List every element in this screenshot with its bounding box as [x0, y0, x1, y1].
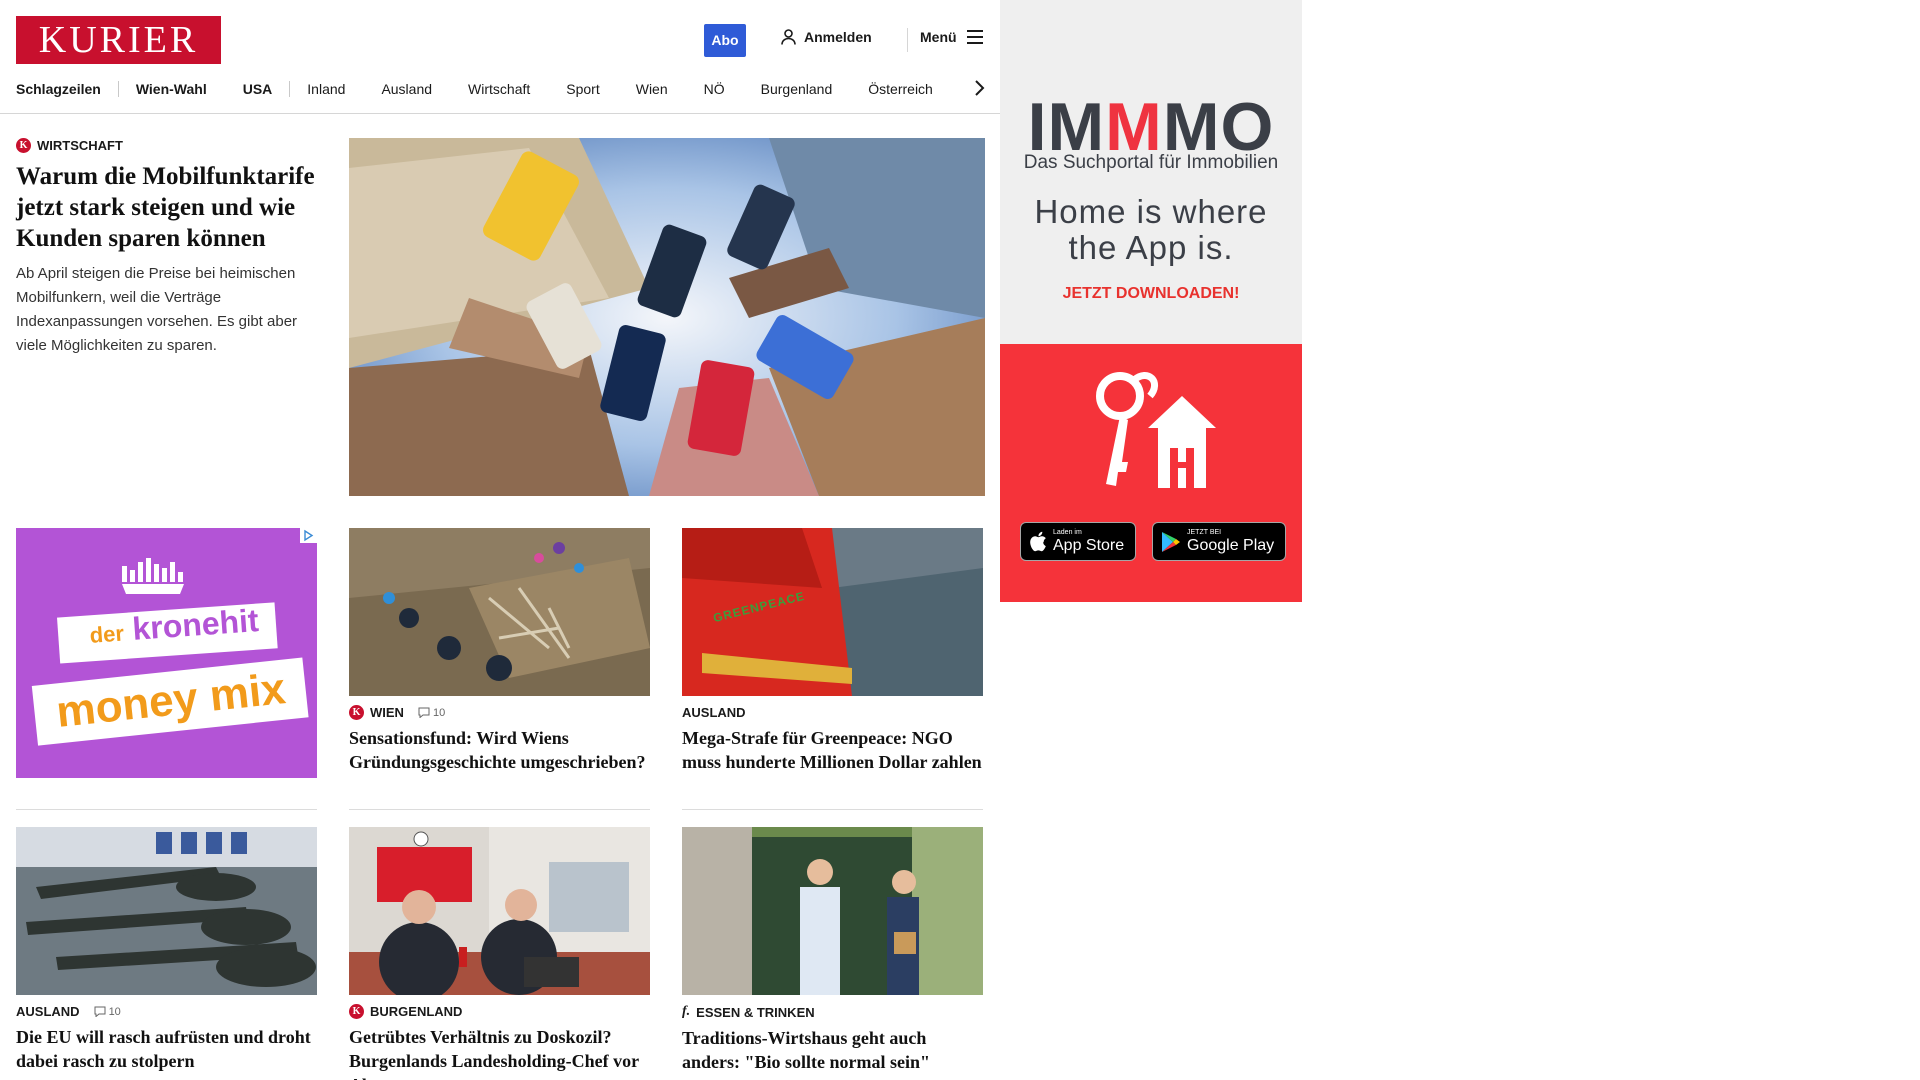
card-category: ESSEN & TRINKEN [696, 1004, 815, 1020]
wirtshaus-photo [682, 827, 983, 995]
nav-divider [289, 81, 291, 97]
immmo-ad-bottom: Laden im App Store JETZT BEI Google Play [1000, 344, 1302, 602]
nav-item-ausland[interactable]: Ausland [381, 81, 432, 97]
nav-item-noe[interactable]: NÖ [704, 81, 725, 97]
immmo-subtitle: Das Suchportal für Immobilien [1023, 152, 1279, 173]
card-category: AUSLAND [682, 705, 746, 720]
immmo-ad[interactable]: IMMMO Das Suchportal für Immobilien Home… [1000, 0, 1302, 602]
card-divider [16, 809, 317, 810]
excavation-photo [349, 528, 650, 696]
comment-icon [94, 1006, 106, 1017]
kronehit-name: kronehit [131, 602, 260, 647]
card-category: AUSLAND [16, 1004, 80, 1019]
nav-item-usa[interactable]: USA [243, 81, 273, 97]
freizeit-badge: f. [682, 1004, 691, 1019]
comment-count-value: 10 [432, 706, 446, 719]
adchoices-icon[interactable] [300, 528, 317, 543]
app-store-big: App Store [1053, 536, 1125, 554]
card-divider [682, 809, 983, 810]
article-card-burgenland[interactable]: K BURGENLAND Getrübtes Verhältnis zu Dos… [349, 827, 650, 1080]
nav-divider [117, 81, 119, 97]
press-conference-photo [349, 827, 650, 995]
lead-article[interactable]: K WIRTSCHAFT Warum die Mobilfunktarife j… [16, 138, 326, 358]
login-button[interactable]: Anmelden [781, 29, 872, 45]
card-headline[interactable]: Mega-Strafe für Greenpeace: NGO muss hun… [682, 726, 983, 774]
immmo-ad-top: IMMMO Das Suchportal für Immobilien Home… [1000, 0, 1302, 344]
house-key-icon [1096, 372, 1216, 488]
abo-button[interactable]: Abo [704, 24, 746, 57]
lead-image[interactable] [349, 138, 985, 496]
kronehit-der: der [88, 620, 125, 648]
lead-headline[interactable]: Warum die Mobilfunktarife jetzt stark st… [16, 161, 326, 254]
card-category: WIEN [370, 705, 404, 720]
nav-item-inland[interactable]: Inland [307, 81, 345, 97]
nav-item-wien-wahl[interactable]: Wien-Wahl [136, 81, 207, 97]
login-label: Anmelden [804, 29, 872, 45]
card-divider [349, 809, 650, 810]
phones-photo [349, 138, 985, 496]
article-card-eu-defense[interactable]: AUSLAND 10 Die EU will rasch aufrüsten u… [16, 827, 317, 1073]
lead-category: WIRTSCHAFT [37, 138, 123, 153]
hamburger-icon [966, 30, 983, 44]
nav-item-sport[interactable]: Sport [566, 81, 599, 97]
article-card-greenpeace[interactable]: GREENPEACE AUSLAND Mega-Strafe für Green… [682, 528, 983, 774]
app-store-button[interactable]: Laden im App Store [1020, 522, 1136, 561]
apple-icon [1030, 531, 1046, 552]
kurier-plus-badge: K [349, 1004, 364, 1019]
google-play-small: JETZT BEI [1187, 528, 1222, 536]
google-play-button[interactable]: JETZT BEI Google Play [1152, 522, 1286, 561]
comment-count[interactable]: 10 [418, 707, 445, 719]
nav-item-wien[interactable]: Wien [636, 81, 668, 97]
menu-label: Menü [920, 29, 957, 45]
user-icon [781, 29, 796, 45]
lead-teaser: Ab April steigen die Preise bei heimisch… [16, 265, 298, 354]
kurier-plus-badge: K [16, 138, 31, 153]
card-kicker: f. ESSEN & TRINKEN [682, 1004, 983, 1020]
app-store-text: Laden im App Store [1053, 529, 1124, 555]
immmo-download-cta[interactable]: JETZT DOWNLOADEN! [1000, 285, 1302, 303]
menu-button[interactable]: Menü [920, 29, 983, 45]
card-kicker: K WIEN 10 [349, 705, 650, 720]
site-header: KURIER Abo Anmelden Menü Schlagzeilen Wi… [0, 0, 1000, 114]
google-play-big: Google Play [1187, 536, 1275, 554]
kurier-logo[interactable]: KURIER [16, 16, 221, 64]
article-card-wien[interactable]: K WIEN 10 Sensationsfund: Wird Wiens Grü… [349, 528, 650, 774]
section-nav: Schlagzeilen Wien-Wahl USA Inland Auslan… [16, 78, 933, 100]
card-headline[interactable]: Die EU will rasch aufrüsten und droht da… [16, 1025, 317, 1073]
kronehit-ad[interactable]: der kronehit money mix [16, 528, 317, 778]
nav-item-oesterreich[interactable]: Österreich [868, 81, 933, 97]
card-headline[interactable]: Getrübtes Verhältnis zu Doskozil? Burgen… [349, 1025, 650, 1080]
comment-icon [418, 707, 430, 718]
card-kicker: K BURGENLAND [349, 1004, 650, 1019]
card-category: BURGENLAND [370, 1004, 463, 1019]
chevron-right-icon[interactable] [972, 78, 986, 98]
lead-kicker: K WIRTSCHAFT [16, 138, 326, 153]
comment-count-value: 10 [108, 1005, 121, 1018]
kurier-plus-badge: K [349, 705, 364, 720]
tanks-photo [16, 827, 317, 995]
nav-item-schlagzeilen[interactable]: Schlagzeilen [16, 81, 101, 97]
header-divider [907, 28, 908, 52]
google-play-text: JETZT BEI Google Play [1187, 529, 1274, 555]
article-card-wirtshaus[interactable]: f. ESSEN & TRINKEN Traditions-Wirtshaus … [682, 827, 983, 1074]
google-play-icon [1162, 531, 1180, 552]
card-headline[interactable]: Sensationsfund: Wird Wiens Gründungsgesc… [349, 726, 650, 774]
card-headline[interactable]: Traditions-Wirtshaus geht auch anders: "… [682, 1026, 983, 1074]
card-kicker: AUSLAND [682, 705, 983, 720]
nav-item-wirtschaft[interactable]: Wirtschaft [468, 81, 530, 97]
card-kicker: AUSLAND 10 [16, 1004, 317, 1019]
comment-count[interactable]: 10 [94, 1006, 121, 1018]
immmo-slogan: Home is where the App is. [1034, 193, 1268, 266]
nav-item-burgenland[interactable]: Burgenland [761, 81, 833, 97]
app-store-small: Laden im [1053, 528, 1082, 536]
kronehit-logo-graphic [31, 558, 309, 746]
